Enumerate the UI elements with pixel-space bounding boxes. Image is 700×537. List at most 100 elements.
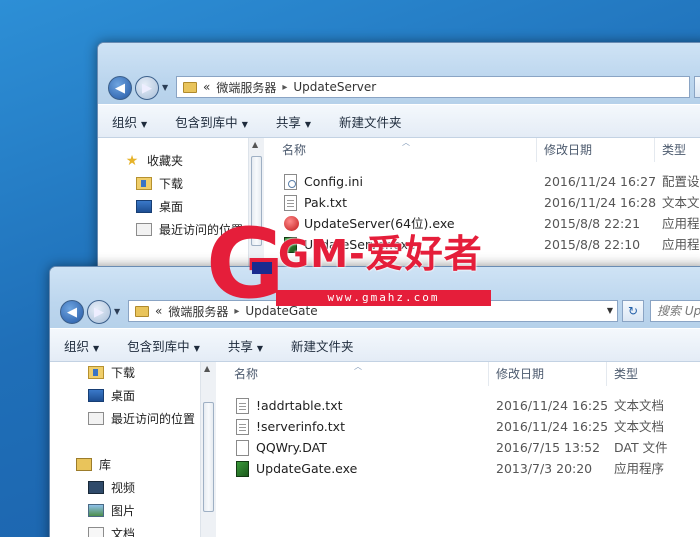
video-library-icon <box>88 481 104 494</box>
column-divider[interactable] <box>606 362 607 386</box>
history-dropdown-icon[interactable]: ▼ <box>162 83 168 92</box>
nav-item-video[interactable]: 视频 <box>88 479 135 496</box>
nav-label: 桌面 <box>111 389 136 403</box>
nav-item-pictures[interactable]: 图片 <box>88 502 135 519</box>
scroll-up-icon[interactable]: ▲ <box>252 140 258 149</box>
file-row[interactable]: QQWry.DAT 2016/7/15 13:52 DAT 文件 <box>236 438 676 458</box>
data-file-icon <box>236 440 249 456</box>
share-button[interactable]: 共享 ▼ <box>276 112 311 131</box>
nav-label: 下载 <box>159 177 184 191</box>
file-name: Config.ini <box>304 174 363 189</box>
file-row[interactable]: UpdateGate.exe 2013/7/3 20:20 应用程序 <box>236 459 676 479</box>
chevron-down-icon: ▼ <box>141 119 148 129</box>
column-header-type[interactable]: 类型 <box>662 138 686 162</box>
new-folder-button[interactable]: 新建文件夹 <box>339 112 402 131</box>
column-divider[interactable] <box>488 362 489 386</box>
breadcrumb-weiduan[interactable]: 微端服务器 <box>216 79 276 96</box>
file-date: 2016/11/24 16:28 <box>544 195 657 210</box>
address-bar[interactable]: « 微端服务器 ▸ UpdateServer <box>176 76 690 98</box>
file-name: QQWry.DAT <box>256 440 327 455</box>
nav-scrollbar[interactable]: ▲ <box>200 362 216 537</box>
nav-item-favorites[interactable]: ★ 收藏夹 <box>124 152 183 169</box>
file-name: Pak.txt <box>304 195 348 210</box>
column-header-type[interactable]: 类型 <box>614 362 638 386</box>
new-folder-button[interactable]: 新建文件夹 <box>291 336 354 355</box>
scroll-up-icon[interactable]: ▲ <box>204 364 210 373</box>
navigation-pane: 下载 桌面 最近访问的位置 库 视频 图片 文档 <box>50 362 200 537</box>
refresh-button[interactable]: ↻ <box>622 300 644 322</box>
nav-item-desktop[interactable]: 桌面 <box>136 198 183 215</box>
column-header-date[interactable]: 修改日期 <box>544 138 592 162</box>
recent-places-icon <box>136 223 152 236</box>
sort-ascending-icon: ︿ <box>402 138 410 147</box>
desktop-icon <box>88 389 104 402</box>
organize-button[interactable]: 组织 ▼ <box>112 112 147 131</box>
logo-text: GM-爱好者 <box>278 232 483 276</box>
file-name: UpdateGate.exe <box>256 461 358 476</box>
nav-label: 图片 <box>111 504 136 518</box>
nav-label: 下载 <box>111 366 136 380</box>
include-in-library-button[interactable]: 包含到库中 ▼ <box>127 336 200 355</box>
breadcrumb-prefix[interactable]: « <box>155 304 162 318</box>
desktop-icon <box>136 200 152 213</box>
chevron-down-icon: ▼ <box>241 119 248 129</box>
nav-label: 视频 <box>111 481 136 495</box>
file-date: 2016/11/24 16:27 <box>544 174 657 189</box>
nav-item-documents[interactable]: 文档 <box>88 525 135 537</box>
file-list: 名称 ︿ 修改日期 类型 !addrtable.txt 2016/11/24 1… <box>216 362 700 537</box>
organize-button[interactable]: 组织 ▼ <box>64 336 99 355</box>
file-type: 配置设 <box>662 174 700 189</box>
file-row[interactable]: Pak.txt 2016/11/24 16:28 文本文 <box>284 193 700 213</box>
column-header-name[interactable]: 名称 <box>234 362 258 386</box>
include-in-library-button[interactable]: 包含到库中 ▼ <box>175 112 248 131</box>
folder-icon <box>183 81 197 93</box>
breadcrumb-separator-icon[interactable]: ▸ <box>282 82 287 93</box>
column-header-name[interactable]: 名称 <box>282 138 306 162</box>
file-date: 2016/7/15 13:52 <box>496 440 601 455</box>
nav-label: 文档 <box>111 527 136 537</box>
breadcrumb-prefix[interactable]: « <box>203 80 210 94</box>
nav-label: 桌面 <box>159 200 184 214</box>
documents-library-icon <box>88 527 104 537</box>
application-icon <box>236 461 249 477</box>
star-icon: ★ <box>125 152 139 169</box>
file-type: 应用程序 <box>614 461 665 476</box>
column-header-date[interactable]: 修改日期 <box>496 362 544 386</box>
nav-item-library[interactable]: 库 <box>76 456 111 473</box>
config-file-icon <box>284 174 297 190</box>
nav-label: 库 <box>99 458 112 472</box>
file-row[interactable]: !serverinfo.txt 2016/11/24 16:25 文本文档 <box>236 417 676 437</box>
text-file-icon <box>284 195 297 211</box>
back-button[interactable]: ◀ <box>108 76 132 100</box>
nav-item-recent[interactable]: 最近访问的位置 <box>88 410 195 427</box>
scrollbar-thumb[interactable] <box>203 402 214 512</box>
history-dropdown-icon[interactable]: ▼ <box>114 307 120 316</box>
watermark-logo: G GM-爱好者 www.gmahz.com <box>206 216 496 312</box>
forward-button[interactable]: ▶ <box>135 76 159 100</box>
address-dropdown-icon[interactable]: ▼ <box>607 306 613 315</box>
file-row[interactable]: !addrtable.txt 2016/11/24 16:25 文本文档 <box>236 396 676 416</box>
column-divider[interactable] <box>654 138 655 162</box>
breadcrumb-updateserver[interactable]: UpdateServer <box>293 80 376 94</box>
text-file-icon <box>236 398 249 414</box>
column-divider[interactable] <box>536 138 537 162</box>
logo-url: www.gmahz.com <box>276 290 491 306</box>
command-bar: 组织 ▼ 包含到库中 ▼ 共享 ▼ 新建文件夹 <box>50 328 700 362</box>
nav-item-downloads[interactable]: 下载 <box>88 364 135 381</box>
search-input[interactable]: 搜索 Up <box>650 300 700 322</box>
refresh-button[interactable]: ↻ <box>694 76 700 98</box>
window-chrome: ◀ ▶ ▼ « 微端服务器 ▸ UpdateServer ↻ <box>98 43 700 104</box>
nav-item-downloads[interactable]: 下载 <box>136 175 183 192</box>
nav-item-desktop[interactable]: 桌面 <box>88 387 135 404</box>
sort-ascending-icon: ︿ <box>354 362 362 371</box>
file-type: 应用程 <box>662 237 700 252</box>
file-row[interactable]: Config.ini 2016/11/24 16:27 配置设 <box>284 172 700 192</box>
back-button[interactable]: ◀ <box>60 300 84 324</box>
logo-g-bar <box>252 262 272 274</box>
file-date: 2016/11/24 16:25 <box>496 419 609 434</box>
file-date: 2016/11/24 16:25 <box>496 398 609 413</box>
share-button[interactable]: 共享 ▼ <box>228 336 263 355</box>
chevron-down-icon: ▼ <box>304 119 312 129</box>
forward-button[interactable]: ▶ <box>87 300 111 324</box>
text-file-icon <box>236 419 249 435</box>
